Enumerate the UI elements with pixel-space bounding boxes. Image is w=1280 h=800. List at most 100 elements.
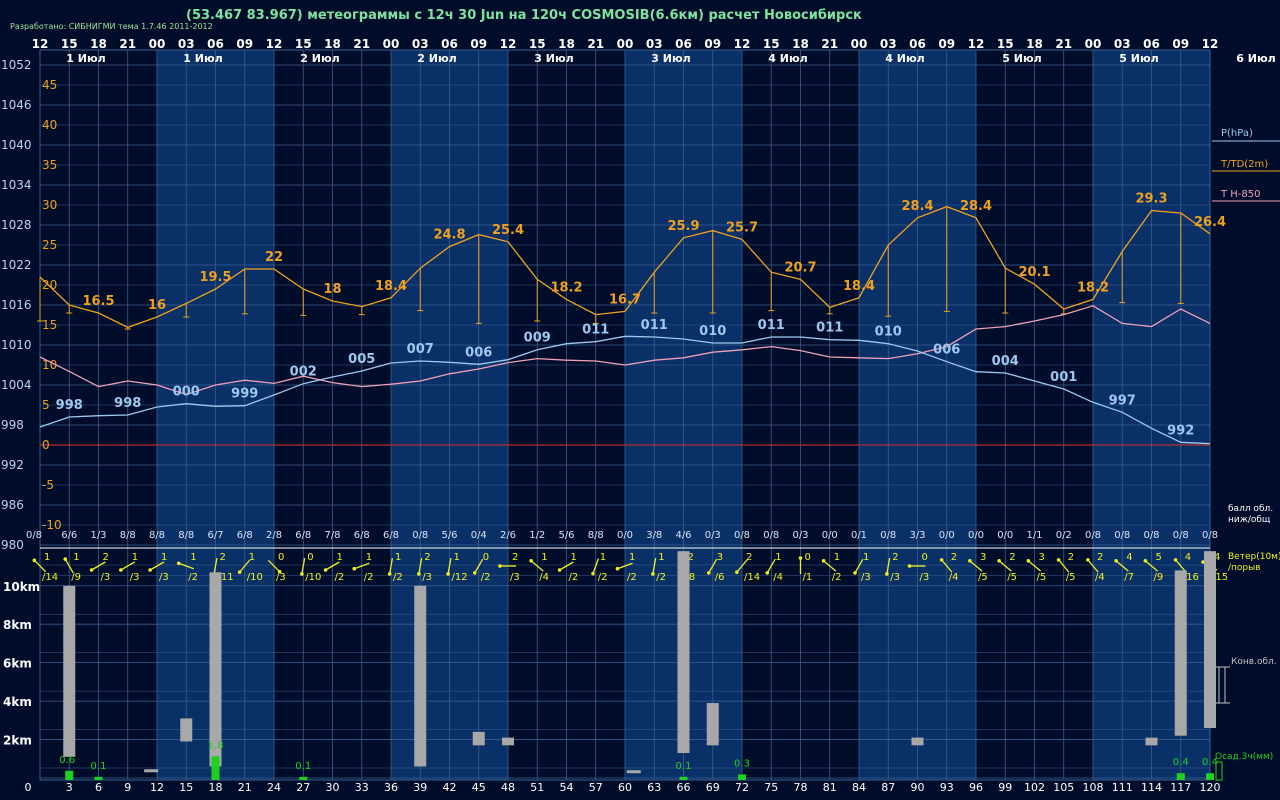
temperature-data-label: 28.4 <box>901 199 933 214</box>
hour-label: 06 <box>1143 37 1160 51</box>
wind-arrow-head <box>237 570 242 574</box>
day-label: 5 Июл <box>1002 52 1041 65</box>
cloud-cover-label: 0/0 <box>997 530 1013 541</box>
temperature-data-label: 26.4 <box>1194 215 1226 230</box>
cloud-cover-label: 8/8 <box>120 530 136 541</box>
temperature-data-label: 28.4 <box>960 199 992 214</box>
wind-speed-label: 4 <box>1185 552 1191 563</box>
forecast-hour-label: 18 <box>209 781 223 794</box>
temperature-data-label: 20.1 <box>1018 265 1050 280</box>
cloud-cover-label: 5/6 <box>441 530 457 541</box>
wind-arrow-head <box>1026 559 1031 563</box>
hour-label: 00 <box>617 37 634 51</box>
wind-speed-label: 1 <box>775 552 781 563</box>
wind-speed-label: 0 <box>278 552 284 563</box>
wind-gust-label: /3 <box>890 572 900 583</box>
wind-gust-label: /2 <box>832 572 842 583</box>
wind-speed-label: 1 <box>44 552 50 563</box>
hour-label: 21 <box>821 37 838 51</box>
forecast-hour-label: 6 <box>95 781 102 794</box>
hour-label: 06 <box>675 37 692 51</box>
day-label: 2 Июл <box>300 52 339 65</box>
wind-arrow-head <box>446 572 450 576</box>
precip-bar <box>299 776 308 780</box>
wind-arrow-head <box>939 558 944 562</box>
wind-speed-label: 1 <box>571 552 577 563</box>
hour-label: 21 <box>353 37 370 51</box>
hour-label: 15 <box>61 37 78 51</box>
cloud-cover-label: 0/8 <box>412 530 428 541</box>
hour-label: 00 <box>383 37 400 51</box>
wind-arrow-head <box>417 572 421 576</box>
forecast-hour-label: 102 <box>1024 781 1045 794</box>
hour-label: 15 <box>997 37 1014 51</box>
wind-arrow-head <box>323 568 328 572</box>
wind-arrow-head <box>1086 558 1090 562</box>
temperature-data-label: 22 <box>265 250 283 265</box>
pressure-tick-label: 1010 <box>1 338 32 352</box>
wind-gust-label: /7 <box>1124 572 1134 583</box>
forecast-hour-label: 105 <box>1053 781 1074 794</box>
temp-tick-label: 45 <box>42 78 57 92</box>
cloud-cover-label: 0/8 <box>1114 530 1130 541</box>
cloud-cover-label: 0/0 <box>939 530 955 541</box>
pressure-tick-label: 1028 <box>1 218 32 232</box>
temperature-data-label: 25.7 <box>726 220 758 235</box>
hour-label: 21 <box>119 37 136 51</box>
forecast-hour-label: 21 <box>238 781 252 794</box>
temperature-data-label: 29.3 <box>1135 192 1167 207</box>
wind-speed-label: 1 <box>366 552 372 563</box>
wind-arrow-head <box>907 564 912 568</box>
pressure-tick-label: 980 <box>1 538 24 552</box>
cloud-cover-label: 0/8 <box>734 530 750 541</box>
cloud-cover-label: 0/3 <box>705 530 721 541</box>
wind-arrow-head <box>63 557 68 561</box>
legend-cloud: балл обл. <box>1228 504 1273 514</box>
pressure-tick-label: 1016 <box>1 298 32 312</box>
cloud-cover-label: 0/0 <box>968 530 984 541</box>
pressure-data-label: 005 <box>348 352 375 367</box>
precip-data-label: 1.8 <box>208 740 224 751</box>
wind-speed-label: 1 <box>834 552 840 563</box>
wind-gust-label: /4 <box>949 572 959 583</box>
hour-label: 09 <box>470 37 487 51</box>
forecast-hour-label: 96 <box>969 781 983 794</box>
wind-arrow-head <box>968 559 972 563</box>
precip-bar <box>94 776 103 780</box>
wind-arrow-head <box>1173 558 1178 562</box>
forecast-hour-label: 81 <box>823 781 837 794</box>
legend-wind: /порыв <box>1228 563 1261 573</box>
forecast-hour-label: 75 <box>764 781 778 794</box>
pressure-data-label: 006 <box>933 343 960 358</box>
cloud-cover-label: 0/8 <box>763 530 779 541</box>
wind-arrow-head <box>529 559 533 563</box>
forecast-hour-label: 12 <box>150 781 164 794</box>
hour-label: 06 <box>207 37 224 51</box>
wind-gust-label: /6 <box>715 572 725 583</box>
wind-arrow-head <box>89 568 94 572</box>
wind-speed-label: 0 <box>483 552 489 563</box>
wind-gust-label: /2 <box>656 572 666 583</box>
wind-gust-label: /2 <box>393 572 403 583</box>
wind-speed-label: 0 <box>307 552 313 563</box>
hour-label: 03 <box>646 37 663 51</box>
hour-label: 09 <box>1172 37 1189 51</box>
hour-label: 00 <box>851 37 868 51</box>
temperature-data-label: 16.7 <box>609 292 641 307</box>
cloud-cover-label: 6/8 <box>295 530 311 541</box>
pressure-tick-label: 1022 <box>1 258 32 272</box>
temp-tick-label: -5 <box>42 478 54 492</box>
wind-speed-label: 5 <box>1156 552 1162 563</box>
cloud-cover-label: 1/3 <box>90 530 106 541</box>
cloud-bar <box>706 703 719 746</box>
forecast-hour-label: 15 <box>179 781 193 794</box>
temperature-data-label: 18 <box>323 282 341 297</box>
day-label: 1 Июл <box>183 52 222 65</box>
wind-gust-label: /14 <box>744 572 760 583</box>
cloud-cover-label: 6/7 <box>207 530 223 541</box>
hour-label: 12 <box>500 37 517 51</box>
wind-speed-label: 1 <box>454 552 460 563</box>
wind-speed-label: 2 <box>951 552 957 563</box>
pressure-data-label: 011 <box>758 318 785 333</box>
wind-gust-label: /2 <box>335 572 345 583</box>
